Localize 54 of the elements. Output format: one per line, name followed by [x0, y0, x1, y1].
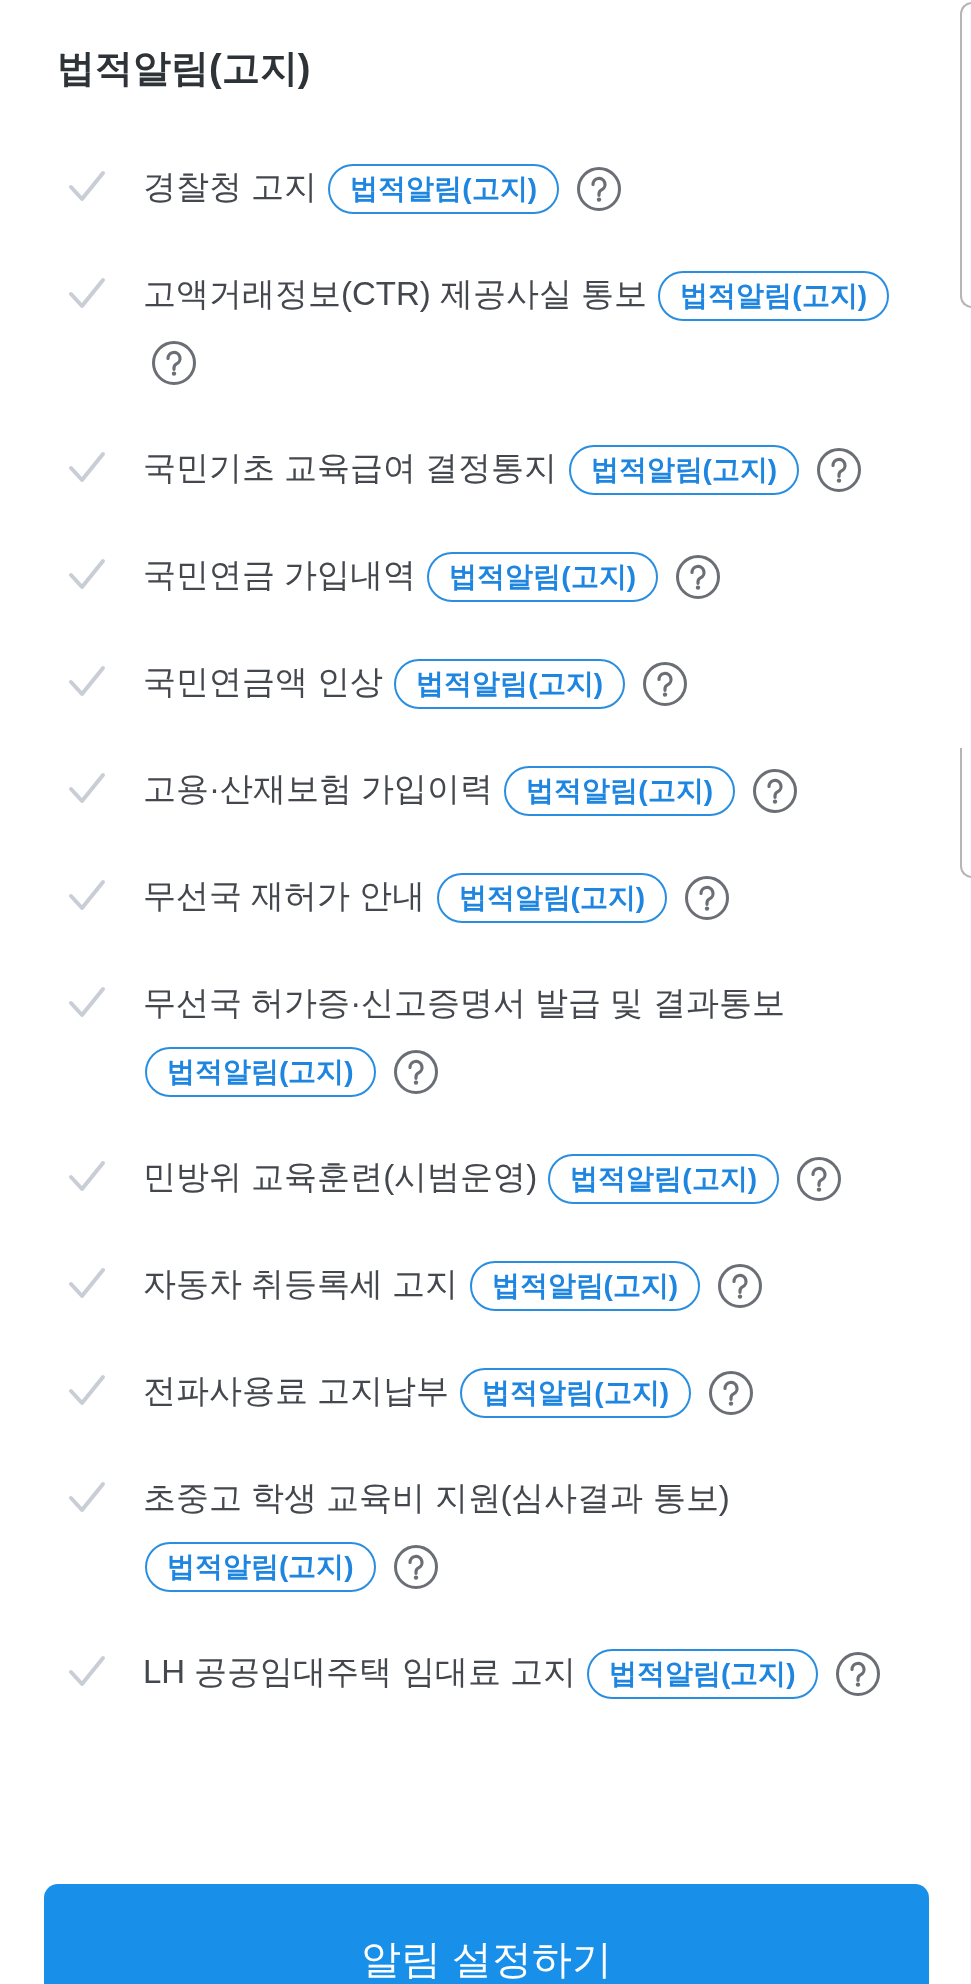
help-icon[interactable] [152, 341, 196, 386]
help-icon[interactable] [676, 555, 721, 600]
notice-tag: 법적알림(고지) [548, 1154, 779, 1205]
notice-tag: 법적알림(고지) [586, 1649, 818, 1700]
check-icon [68, 557, 106, 591]
help-icon[interactable] [393, 1545, 438, 1590]
check-icon [68, 450, 106, 484]
item-label: 무선국 허가증·신고증명서 발급 및 결과통보 [143, 984, 785, 1021]
notice-tag: 법적알림(고지) [460, 1368, 691, 1419]
notice-tag: 법적알림(고지) [504, 766, 735, 817]
notice-tag: 법적알림(고지) [145, 1542, 376, 1593]
notice-tag: 법적알림(고지) [328, 164, 559, 215]
item-label: 초중고 학생 교육비 지원(심사결과 통보) [143, 1479, 730, 1516]
notice-tag: 법적알림(고지) [394, 659, 625, 710]
help-icon[interactable] [709, 1371, 754, 1416]
help-icon[interactable] [797, 1157, 842, 1202]
help-icon[interactable] [685, 876, 730, 921]
notice-tag: 법적알림(고지) [658, 271, 889, 322]
notice-tag: 법적알림(고지) [568, 445, 800, 496]
notice-tag: 법적알림(고지) [145, 1047, 376, 1098]
check-icon [68, 1266, 106, 1300]
notice-tag: 법적알림(고지) [436, 873, 668, 924]
item-label: 자동차 취등록세 고지 [143, 1265, 459, 1302]
check-icon [68, 985, 106, 1019]
section-title: 법적알림(고지) [57, 46, 311, 91]
check-icon [68, 878, 106, 912]
notice-tag: 법적알림(고지) [469, 1261, 701, 1312]
check-icon [68, 771, 106, 805]
check-icon [68, 1373, 106, 1407]
notification-settings-button[interactable]: 알림 설정하기 [44, 1884, 929, 1984]
item-label: LH 공공임대주택 임대료 고지 [143, 1653, 576, 1690]
help-icon[interactable] [718, 1264, 763, 1309]
item-label: 국민기초 교육급여 결정통지 [143, 449, 558, 486]
help-icon[interactable] [817, 448, 862, 493]
check-icon [68, 664, 106, 698]
notice-tag: 법적알림(고지) [427, 552, 658, 603]
item-label: 무선국 재허가 안내 [143, 877, 426, 914]
item-label: 고액거래정보(CTR) 제공사실 통보 [143, 275, 648, 312]
item-label: 국민연금 가입내역 [143, 556, 417, 593]
check-icon [68, 169, 106, 203]
item-label: 경찰청 고지 [143, 168, 318, 205]
check-icon [68, 276, 106, 310]
help-icon[interactable] [753, 769, 798, 814]
item-label: 민방위 교육훈련(시범운영) [143, 1158, 538, 1195]
item-label: 국민연금액 인상 [143, 663, 384, 700]
check-icon [68, 1654, 106, 1688]
item-label: 고용·산재보험 가입이력 [143, 770, 494, 807]
check-icon [68, 1159, 106, 1193]
help-icon[interactable] [577, 167, 622, 212]
item-label: 전파사용료 고지납부 [143, 1372, 450, 1409]
check-icon [68, 1480, 106, 1514]
help-icon[interactable] [835, 1652, 880, 1697]
help-icon[interactable] [393, 1050, 438, 1095]
help-icon[interactable] [643, 662, 688, 707]
